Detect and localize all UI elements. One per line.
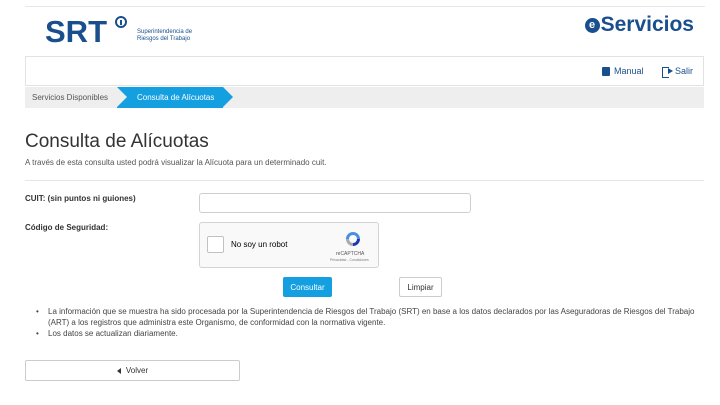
recaptcha-logo-icon bbox=[346, 232, 360, 246]
salir-label: Salir bbox=[675, 66, 694, 76]
security-code-label: Código de Seguridad: bbox=[25, 223, 109, 232]
srt-logo-subtitle: Superintendencia de Riesgos del Trabajo bbox=[137, 29, 227, 43]
manual-link[interactable]: Manual bbox=[602, 66, 644, 76]
cuit-input[interactable] bbox=[199, 193, 471, 213]
eservicios-e-icon: e bbox=[584, 17, 600, 33]
limpiar-button[interactable]: Limpiar bbox=[399, 277, 442, 297]
recaptcha-label: No soy un robot bbox=[231, 240, 288, 249]
top-navbar: Manual Salir bbox=[25, 56, 704, 86]
info-note: Los datos se actualizan diariamente. bbox=[36, 328, 701, 339]
recaptcha-brand: reCAPTCHA bbox=[336, 251, 365, 257]
manual-label: Manual bbox=[614, 66, 644, 76]
book-icon bbox=[602, 66, 610, 76]
sign-out-icon bbox=[662, 66, 672, 78]
cuit-label: CUIT: (sin puntos ni guiones) bbox=[25, 194, 136, 203]
srt-subtitle-line2: Riesgos del Trabajo bbox=[137, 36, 191, 42]
volver-button[interactable]: Volver bbox=[25, 360, 240, 381]
breadcrumb: Servicios Disponibles Consulta de Alícuo… bbox=[25, 87, 704, 108]
srt-subtitle-line1: Superintendencia de bbox=[137, 29, 193, 35]
recaptcha-terms[interactable]: Privacidad - Condiciones bbox=[330, 258, 369, 262]
recaptcha-checkbox[interactable] bbox=[207, 236, 224, 253]
page-title: Consulta de Alícuotas bbox=[25, 131, 209, 152]
top-divider bbox=[25, 6, 705, 7]
volver-label: Volver bbox=[125, 366, 149, 375]
salir-link[interactable]: Salir bbox=[662, 66, 694, 78]
info-note: La información que se muestra ha sido pr… bbox=[36, 306, 701, 328]
caret-left-icon bbox=[116, 367, 121, 374]
breadcrumb-servicios-disponibles[interactable]: Servicios Disponibles bbox=[32, 93, 108, 102]
section-divider bbox=[25, 180, 704, 181]
breadcrumb-consulta-alicuotas[interactable]: Consulta de Alícuotas bbox=[117, 87, 233, 108]
consultar-button[interactable]: Consultar bbox=[283, 277, 332, 297]
srt-logo-mark-icon bbox=[115, 16, 127, 28]
eservicios-text: Servicios bbox=[600, 13, 694, 36]
info-notes: La información que se muestra ha sido pr… bbox=[36, 306, 701, 339]
eservicios-logo[interactable]: e Servicios bbox=[584, 13, 694, 37]
srt-logo[interactable]: SRT Superintendencia de Riesgos del Trab… bbox=[45, 13, 192, 49]
recaptcha-widget: No soy un robot reCAPTCHA Privacidad - C… bbox=[199, 222, 379, 268]
page-description: A través de esta consulta usted podrá vi… bbox=[25, 158, 327, 167]
srt-logo-text: SRT bbox=[45, 13, 107, 49]
